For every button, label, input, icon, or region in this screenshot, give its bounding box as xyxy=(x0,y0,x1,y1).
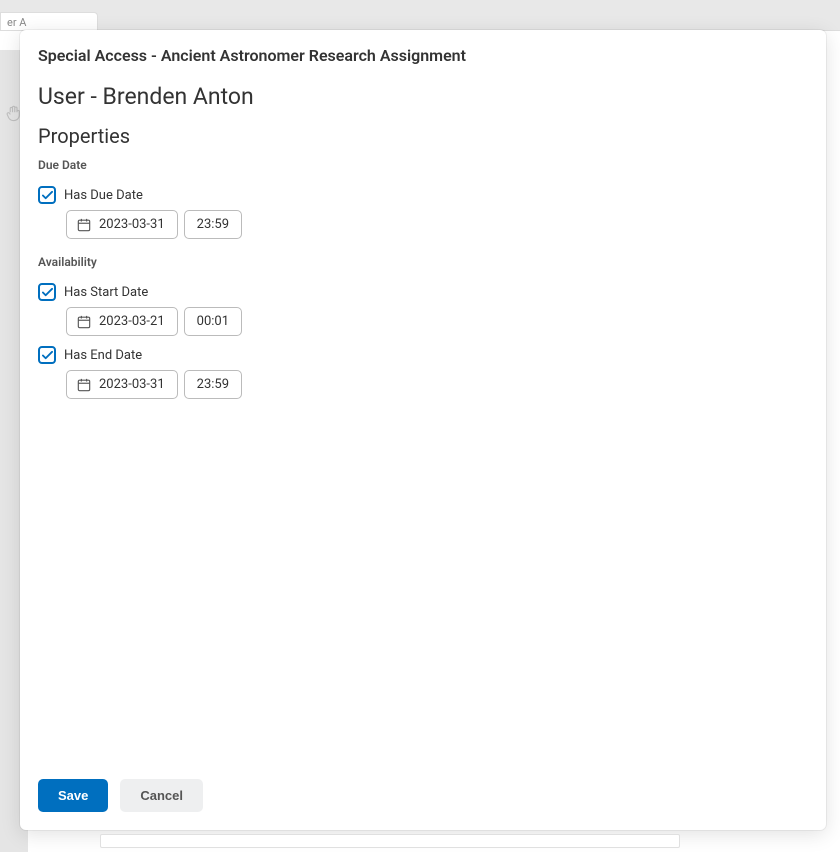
due-time-input[interactable]: 23:59 xyxy=(184,210,242,239)
save-button[interactable]: Save xyxy=(38,779,108,812)
calendar-icon xyxy=(77,315,91,329)
background-tab-stub: er A xyxy=(0,12,98,32)
end-date-input[interactable]: 2023-03-31 xyxy=(66,370,178,399)
has-due-date-checkbox[interactable] xyxy=(38,186,56,204)
modal-footer: Save Cancel xyxy=(20,765,826,830)
end-date-value: 2023-03-31 xyxy=(99,377,165,392)
modal-title: Special Access - Ancient Astronomer Rese… xyxy=(38,46,808,65)
start-date-field: Has Start Date 2023-03-21 00:01 xyxy=(38,283,808,336)
cancel-button[interactable]: Cancel xyxy=(120,779,203,812)
user-heading: User - Brenden Anton xyxy=(38,83,808,110)
due-date-value: 2023-03-31 xyxy=(99,217,165,232)
due-date-input[interactable]: 2023-03-31 xyxy=(66,210,178,239)
end-time-value: 23:59 xyxy=(197,377,229,392)
modal-body: User - Brenden Anton Properties Due Date… xyxy=(20,73,826,765)
calendar-icon xyxy=(77,378,91,392)
availability-label: Availability xyxy=(38,255,808,269)
modal-header: Special Access - Ancient Astronomer Rese… xyxy=(20,30,826,73)
has-due-date-label: Has Due Date xyxy=(64,188,143,203)
start-date-input[interactable]: 2023-03-21 xyxy=(66,307,178,336)
bottom-scroll-track[interactable] xyxy=(100,834,680,848)
start-time-input[interactable]: 00:01 xyxy=(184,307,242,336)
end-time-input[interactable]: 23:59 xyxy=(184,370,242,399)
due-date-label: Due Date xyxy=(38,158,808,172)
end-date-field: Has End Date 2023-03-31 23:59 xyxy=(38,346,808,399)
properties-heading: Properties xyxy=(38,124,808,148)
calendar-icon xyxy=(77,218,91,232)
has-end-date-label: Has End Date xyxy=(64,348,142,363)
start-date-value: 2023-03-21 xyxy=(99,314,165,329)
has-start-date-checkbox[interactable] xyxy=(38,283,56,301)
special-access-modal: Special Access - Ancient Astronomer Rese… xyxy=(20,30,826,830)
has-end-date-checkbox[interactable] xyxy=(38,346,56,364)
due-time-value: 23:59 xyxy=(197,217,229,232)
start-time-value: 00:01 xyxy=(197,314,229,329)
has-start-date-label: Has Start Date xyxy=(64,285,148,300)
tab-stub-text: er A xyxy=(7,16,26,29)
due-date-field: Has Due Date 2023-03-31 23:59 xyxy=(38,186,808,239)
